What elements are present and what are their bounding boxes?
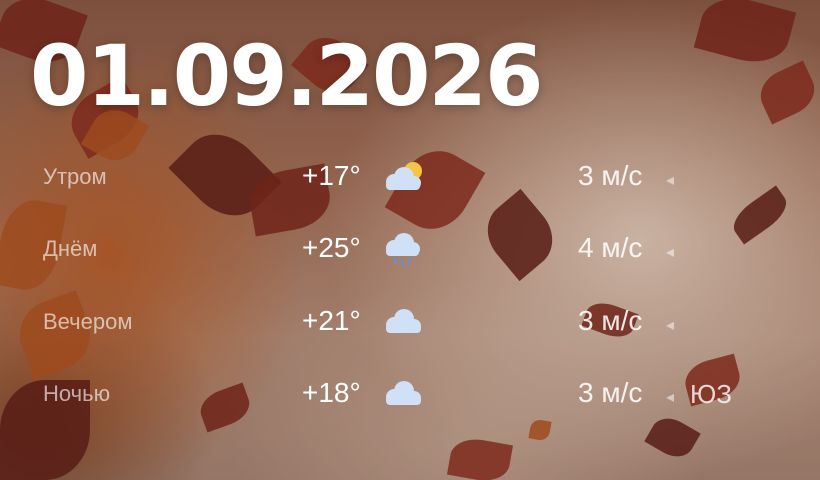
forecast-row-day: Днём +25° 4 м/с ◂ (0, 222, 820, 282)
cloud-icon (380, 373, 426, 413)
period-label: Днём (43, 236, 98, 261)
forecast-row-morning: Утром +17° 3 м/с ◂ (0, 150, 820, 210)
wind-speed: 4 м/с (578, 232, 643, 263)
temperature: +18° (302, 377, 361, 408)
wind-direction-icon: ◂ (666, 389, 675, 406)
wind-speed: 3 м/с (578, 305, 643, 336)
partly-cloudy-icon (380, 156, 426, 196)
wind-direction-icon: ◂ (666, 172, 675, 189)
wind-speed: 3 м/с (578, 377, 643, 408)
temperature: +25° (302, 232, 361, 263)
period-label: Ночью (43, 381, 111, 406)
temperature: +17° (302, 160, 361, 191)
wind-speed: 3 м/с (578, 160, 643, 191)
wind-direction-icon: ◂ (666, 244, 675, 261)
period-label: Утром (43, 164, 107, 189)
wind-direction-icon: ◂ (666, 317, 675, 334)
forecast-row-evening: Вечером +21° 3 м/с ◂ (0, 295, 820, 355)
period-label: Вечером (43, 309, 133, 334)
cloud-icon (380, 301, 426, 341)
cloud-rain-icon (380, 228, 426, 268)
forecast-row-night: Ночью +18° 3 м/с ◂ ЮЗ (0, 367, 820, 427)
temperature: +21° (302, 305, 361, 336)
date-heading: 01.09.2026 (30, 27, 543, 125)
wind-direction: ЮЗ (690, 379, 732, 409)
